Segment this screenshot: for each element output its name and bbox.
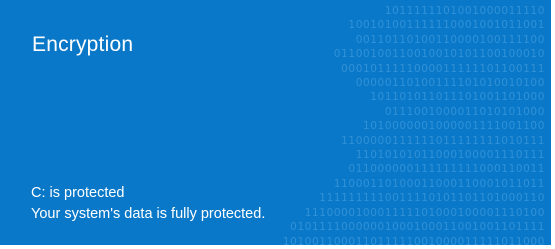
drive-status-text: C: is protected: [31, 185, 125, 201]
tile-title: Encryption: [32, 33, 134, 56]
binary-pattern-decoration: 1011111101001000011110 100101001111110001…: [282, 5, 545, 245]
encryption-tile[interactable]: 1011111101001000011110 100101001111110001…: [0, 0, 551, 245]
protection-detail-text: Your system's data is fully protected.: [31, 206, 266, 222]
